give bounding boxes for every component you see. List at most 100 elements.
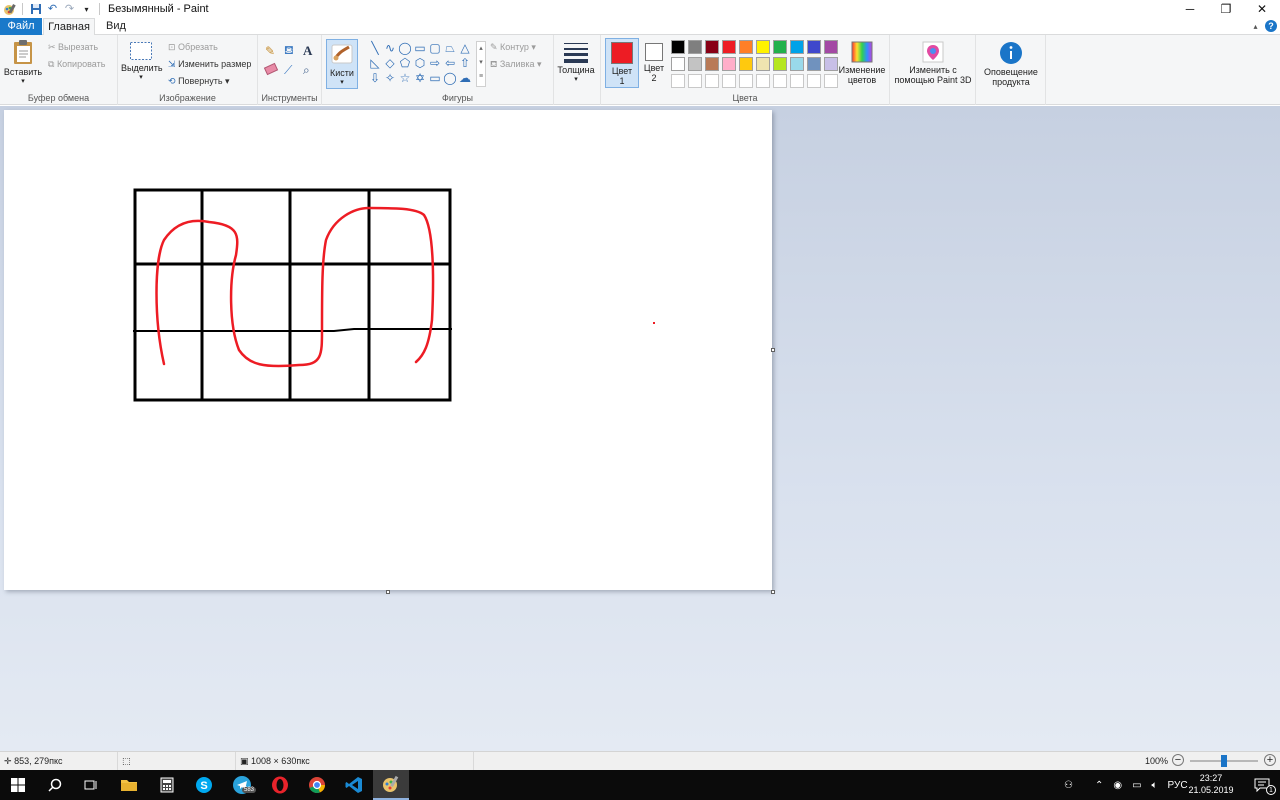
polygon-shape-icon[interactable]: ⏢ [443,41,457,55]
shapes-gallery-scroll[interactable]: ▴ ▾ ≡ [476,41,486,87]
palette-swatch-2-4[interactable] [722,57,736,71]
palette-swatch-2-7[interactable] [773,57,787,71]
text-tool-icon[interactable]: A [303,43,312,59]
workspace[interactable] [0,106,1280,751]
rotate-button[interactable]: ⟲ Повернуть ▾ [168,76,230,87]
collapse-ribbon-icon[interactable]: ▴ [1249,20,1262,33]
select-dropdown-icon[interactable]: ▾ [121,73,161,83]
palette-swatch-1-10[interactable] [824,40,838,54]
product-alert-button[interactable]: Оповещение продукта [978,41,1044,87]
cloud-callout-shape-icon[interactable]: ☁ [458,71,472,85]
rectangle-shape-icon[interactable]: ▭ [413,41,427,55]
input-language[interactable]: РУС [1168,780,1188,791]
select-button[interactable]: Выделить ▾ [121,41,163,83]
palette-swatch-2-2[interactable] [688,57,702,71]
rounded-rectangle-shape-icon[interactable]: ▢ [428,41,442,55]
fill-button[interactable]: ⛾ Заливка ▾ [490,59,542,71]
palette-swatch-3-3[interactable] [705,74,719,88]
palette-swatch-3-8[interactable] [790,74,804,88]
resize-handle-right[interactable] [771,348,775,352]
resize-button[interactable]: ⇲ Изменить размер [168,59,251,70]
zoom-slider-thumb[interactable] [1221,755,1227,767]
minimize-button[interactable]: ─ [1172,0,1208,18]
action-center-button[interactable]: 1 [1244,770,1280,800]
five-point-star-shape-icon[interactable]: ☆ [398,71,412,85]
zoom-out-icon[interactable]: − [1172,754,1184,766]
palette-swatch-1-6[interactable] [756,40,770,54]
show-hidden-icons[interactable]: ⌃ [1095,780,1103,791]
palette-swatch-2-1[interactable] [671,57,685,71]
taskbar-opera[interactable] [262,770,298,800]
palette-swatch-2-5[interactable] [739,57,753,71]
brushes-dropdown-icon[interactable]: ▾ [327,78,357,86]
pentagon-shape-icon[interactable]: ⬠ [398,56,412,70]
four-point-star-shape-icon[interactable]: ✧ [383,71,397,85]
palette-swatch-1-3[interactable] [705,40,719,54]
left-arrow-shape-icon[interactable]: ⇦ [443,56,457,70]
palette-swatch-3-5[interactable] [739,74,753,88]
clock[interactable]: 23:27 21.05.2019 [1186,772,1236,796]
eraser-icon[interactable] [263,62,279,76]
copy-button[interactable]: ⧉ Копировать [48,59,105,70]
right-arrow-shape-icon[interactable]: ⇨ [428,56,442,70]
hexagon-shape-icon[interactable]: ⬡ [413,56,427,70]
search-button[interactable] [37,770,73,800]
taskbar-vscode[interactable] [336,770,372,800]
taskbar-chrome[interactable] [299,770,335,800]
close-button[interactable]: ✕ [1244,0,1280,18]
color1-button[interactable]: Цвет 1 [605,38,639,88]
curve-shape-icon[interactable]: ∿ [383,41,397,55]
paste-dropdown-icon[interactable]: ▾ [3,77,43,87]
line-shape-icon[interactable]: ╲ [368,41,382,55]
palette-swatch-3-10[interactable] [824,74,838,88]
edit-colors-button[interactable]: Изменение цветов [837,41,887,85]
size-dropdown-icon[interactable]: ▾ [556,75,596,85]
undo-icon[interactable]: ↶ [46,3,59,16]
zoom-in-icon[interactable]: + [1264,754,1276,766]
color2-button[interactable]: Цвет 2 [641,38,667,88]
oval-callout-shape-icon[interactable]: ◯ [443,71,457,85]
palette-swatch-3-1[interactable] [671,74,685,88]
paint-app-icon[interactable] [3,3,16,16]
crop-button[interactable]: ⊡ Обрезать [168,42,218,53]
fill-bucket-icon[interactable]: ⛾ [284,43,294,59]
cut-button[interactable]: ✂ Вырезать [48,42,98,53]
six-point-star-shape-icon[interactable]: ✡ [413,71,427,85]
edit-with-paint3d-button[interactable]: Изменить с помощью Paint 3D [892,41,974,85]
palette-swatch-3-2[interactable] [688,74,702,88]
palette-swatch-1-1[interactable] [671,40,685,54]
volume-icon[interactable]: 🔈︎ [1152,780,1158,791]
taskbar-paint[interactable] [373,770,409,800]
network-icon[interactable]: ▭ [1132,780,1141,791]
people-icon[interactable]: ⚇ [1064,780,1073,791]
task-view-button[interactable] [73,770,109,800]
palette-swatch-2-8[interactable] [790,57,804,71]
magnifier-icon[interactable]: ⌕ [303,63,310,78]
drawing-canvas[interactable] [4,110,772,590]
size-button[interactable]: Толщина ▾ [556,41,596,85]
brushes-button[interactable]: Кисти ▾ [326,39,358,89]
palette-swatch-1-8[interactable] [790,40,804,54]
start-button[interactable] [0,770,36,800]
tab-home[interactable]: Главная [43,18,95,36]
palette-swatch-1-9[interactable] [807,40,821,54]
palette-swatch-1-4[interactable] [722,40,736,54]
tab-file[interactable]: Файл [0,18,42,35]
redo-icon[interactable]: ↷ [63,3,76,16]
pencil-icon[interactable]: ✎ [265,44,275,58]
steam-icon[interactable]: ◉ [1113,780,1122,791]
palette-swatch-1-7[interactable] [773,40,787,54]
palette-swatch-3-9[interactable] [807,74,821,88]
outline-button[interactable]: ✎ Контур ▾ [490,42,536,53]
customize-qat-icon[interactable]: ▾ [80,3,93,16]
palette-swatch-1-5[interactable] [739,40,753,54]
down-arrow-shape-icon[interactable]: ⇩ [368,71,382,85]
palette-swatch-3-7[interactable] [773,74,787,88]
tab-view[interactable]: Вид [98,18,134,36]
palette-swatch-1-2[interactable] [688,40,702,54]
resize-handle-bottom[interactable] [386,590,390,594]
oval-shape-icon[interactable]: ◯ [398,41,412,55]
triangle-shape-icon[interactable]: △ [458,41,472,55]
resize-handle-corner[interactable] [771,590,775,594]
palette-swatch-2-10[interactable] [824,57,838,71]
